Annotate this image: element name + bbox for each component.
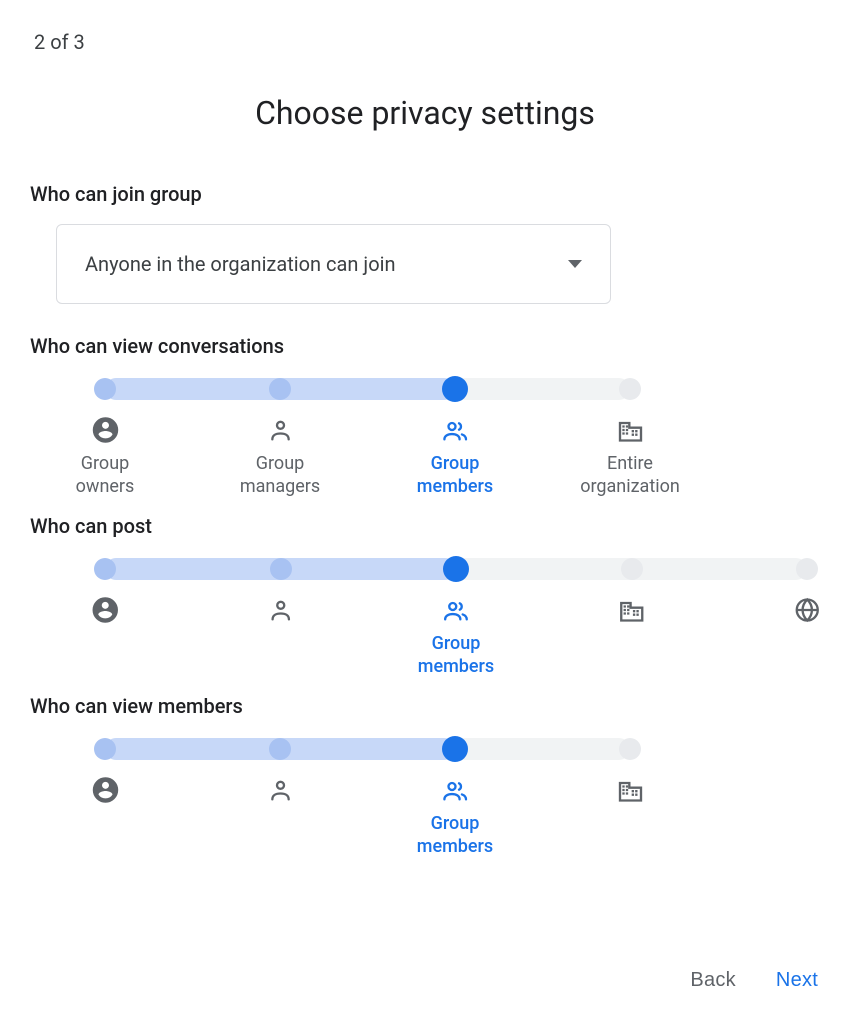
slider-stop[interactable]: Group owners: [18, 416, 193, 499]
slider-stop[interactable]: Entire organization: [543, 416, 718, 499]
slider-stop-dot[interactable]: [621, 558, 643, 580]
post-section: Who can post Group members: [30, 514, 820, 686]
chevron-down-icon: [568, 260, 582, 268]
slider-stop-dot[interactable]: [443, 556, 469, 582]
person-icon: [266, 776, 294, 804]
post-slider[interactable]: Group members: [30, 556, 820, 686]
slider-stop-dot[interactable]: [270, 558, 292, 580]
slider-stop-dot[interactable]: [442, 736, 468, 762]
who-can-join-selected: Anyone in the organization can join: [85, 252, 396, 276]
slider-stop-dot[interactable]: [94, 738, 116, 760]
slider-stop-dot[interactable]: [94, 378, 116, 400]
account-circle-icon: [91, 776, 119, 804]
view-members-slider[interactable]: Group members: [30, 736, 820, 866]
group-icon: [441, 776, 469, 804]
group-icon: [442, 596, 470, 624]
account-circle-icon: [91, 596, 119, 624]
slider-stop[interactable]: [543, 776, 718, 812]
slider-stop-dot[interactable]: [269, 738, 291, 760]
back-button[interactable]: Back: [686, 961, 739, 1000]
view-members-section: Who can view members Group members: [30, 694, 820, 866]
who-can-join-label: Who can join group: [30, 182, 820, 206]
slider-stop[interactable]: [193, 776, 368, 812]
who-can-join-dropdown[interactable]: Anyone in the organization can join: [56, 224, 611, 304]
domain-icon: [616, 776, 644, 804]
slider-stop-label: Group managers: [240, 452, 320, 499]
account-circle-icon: [91, 416, 119, 444]
slider-stop-dot[interactable]: [94, 558, 116, 580]
slider-stop-dot[interactable]: [619, 378, 641, 400]
slider-stop[interactable]: [18, 776, 193, 812]
wizard-footer: Back Next: [686, 961, 822, 1000]
post-label: Who can post: [30, 514, 820, 538]
domain-icon: [616, 416, 644, 444]
domain-icon: [618, 596, 646, 624]
slider-stop-dot[interactable]: [796, 558, 818, 580]
view-conversations-section: Who can view conversations Group owners …: [30, 334, 820, 506]
slider-stop[interactable]: [17, 596, 193, 632]
slider-stop-dot[interactable]: [442, 376, 468, 402]
slider-stop-label: Group members: [417, 812, 493, 859]
view-conversations-label: Who can view conversations: [30, 334, 820, 358]
slider-stop[interactable]: Group members: [368, 596, 544, 679]
slider-stop[interactable]: Group members: [368, 776, 543, 859]
slider-stop-label: Group members: [418, 632, 494, 679]
slider-stop[interactable]: [193, 596, 369, 632]
public-icon: [793, 596, 821, 624]
slider-stop-label: Group members: [417, 452, 493, 499]
view-conversations-slider[interactable]: Group owners Group managers Group member…: [30, 376, 820, 506]
slider-stop[interactable]: [544, 596, 720, 632]
view-members-label: Who can view members: [30, 694, 820, 718]
group-icon: [441, 416, 469, 444]
next-button[interactable]: Next: [772, 961, 822, 1000]
person-icon: [267, 596, 295, 624]
slider-stop-dot[interactable]: [269, 378, 291, 400]
slider-stop-label: Entire organization: [580, 452, 680, 499]
page-title: Choose privacy settings: [30, 94, 820, 132]
person-icon: [266, 416, 294, 444]
slider-stop-dot[interactable]: [619, 738, 641, 760]
step-indicator: 2 of 3: [34, 30, 820, 54]
slider-stop[interactable]: [719, 596, 850, 632]
who-can-join-section: Who can join group Anyone in the organiz…: [30, 182, 820, 304]
slider-stop-label: Group owners: [76, 452, 135, 499]
slider-stop[interactable]: Group members: [368, 416, 543, 499]
slider-stop[interactable]: Group managers: [193, 416, 368, 499]
privacy-settings-page: 2 of 3 Choose privacy settings Who can j…: [0, 0, 850, 1024]
